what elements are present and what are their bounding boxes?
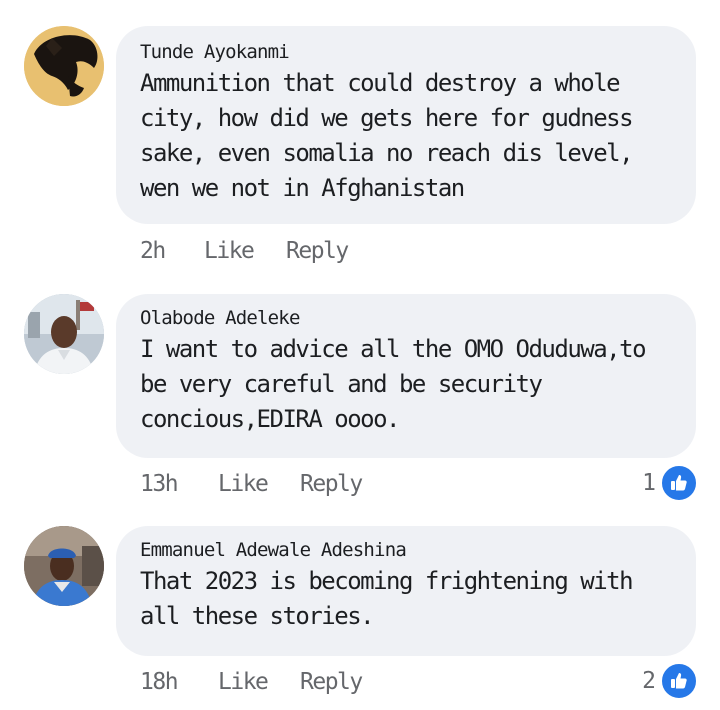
comment-time[interactable]: 18h bbox=[140, 669, 218, 695]
comment-bubble: Tunde Ayokanmi Ammunition that could des… bbox=[116, 26, 696, 224]
comment-text: That 2023 is becoming frightening with a… bbox=[140, 567, 634, 630]
avatar[interactable] bbox=[24, 26, 104, 106]
avatar[interactable] bbox=[24, 294, 104, 374]
reaction-count: 2 bbox=[642, 668, 656, 694]
reply-link[interactable]: Reply bbox=[300, 669, 363, 695]
comment-actions: 13h Like Reply bbox=[140, 467, 363, 501]
comment-text: I want to advice all the OMO Oduduwa,to … bbox=[140, 335, 647, 433]
avatar-photo-icon bbox=[24, 294, 104, 374]
reaction-count: 1 bbox=[642, 470, 656, 496]
avatar-photo-icon bbox=[24, 526, 104, 606]
like-link[interactable]: Like bbox=[204, 238, 286, 264]
like-link[interactable]: Like bbox=[218, 471, 300, 497]
comment-actions: 18h Like Reply bbox=[140, 665, 363, 699]
comment-bubble: Emmanuel Adewale Adeshina That 2023 is b… bbox=[116, 526, 696, 656]
avatar-silhouette-icon bbox=[24, 26, 104, 106]
comment-actions: 2h Like Reply bbox=[140, 234, 349, 268]
comment-author[interactable]: Olabode Adeleke bbox=[140, 304, 674, 332]
comment-time[interactable]: 13h bbox=[140, 471, 218, 497]
thumbs-up-icon bbox=[660, 464, 698, 502]
comment-author[interactable]: Emmanuel Adewale Adeshina bbox=[140, 536, 674, 564]
reaction-summary[interactable]: 1 bbox=[642, 464, 698, 502]
like-link[interactable]: Like bbox=[218, 669, 300, 695]
comment-text: Ammunition that could destroy a whole ci… bbox=[140, 69, 634, 202]
avatar[interactable] bbox=[24, 526, 104, 606]
comment-author[interactable]: Tunde Ayokanmi bbox=[140, 38, 674, 66]
comment-bubble: Olabode Adeleke I want to advice all the… bbox=[116, 294, 696, 458]
reply-link[interactable]: Reply bbox=[286, 238, 349, 264]
reaction-summary[interactable]: 2 bbox=[642, 662, 698, 700]
reply-link[interactable]: Reply bbox=[300, 471, 363, 497]
comment-time[interactable]: 2h bbox=[140, 238, 204, 264]
thumbs-up-icon bbox=[660, 662, 698, 700]
